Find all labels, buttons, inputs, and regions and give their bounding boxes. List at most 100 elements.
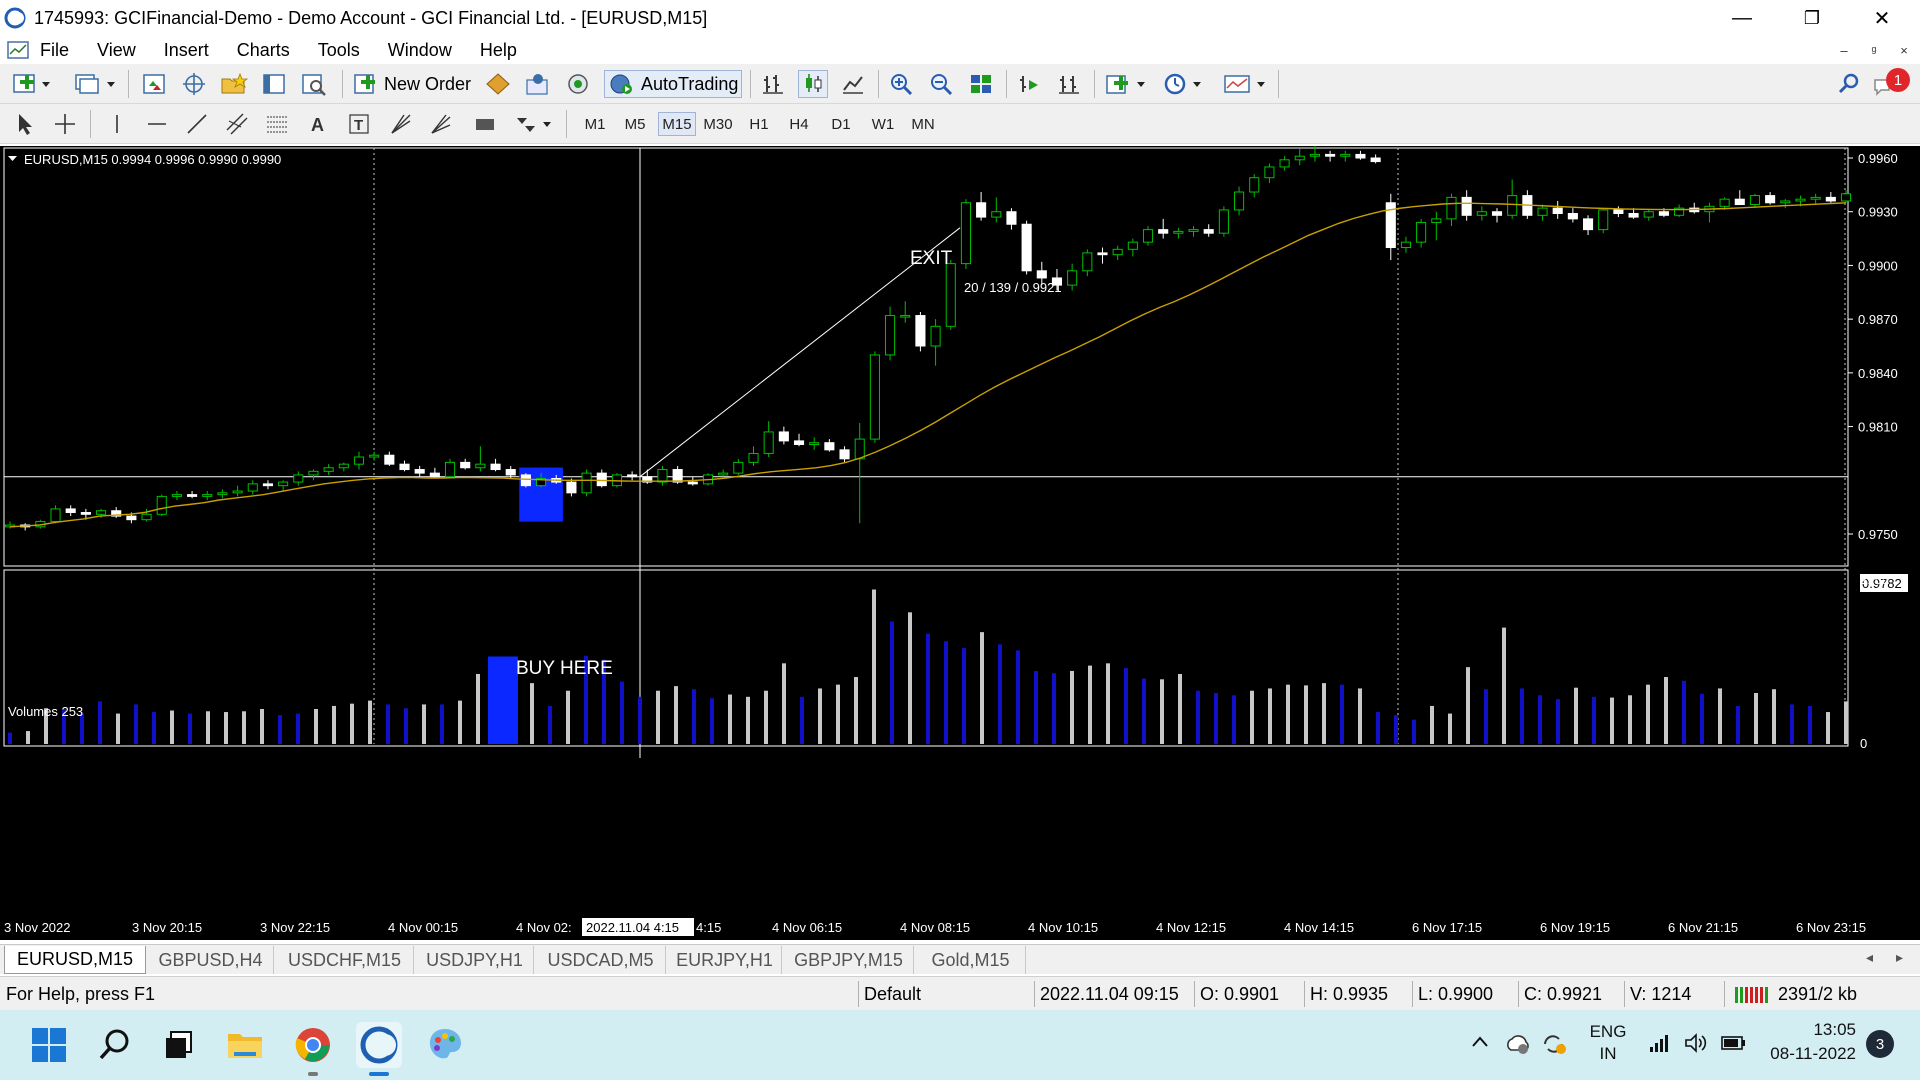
language-indicator[interactable]: ENG IN [1586,1022,1630,1064]
metatrader-taskbar-button[interactable] [356,1022,402,1076]
chart-window[interactable]: EURUSD,M15 0.9994 0.9996 0.9990 0.9990 V… [0,146,1920,940]
equidistant-channel-button[interactable] [220,110,254,138]
network-icon[interactable] [1648,1032,1672,1059]
new-order-button[interactable]: New Order [352,70,482,98]
volume-bar [188,713,192,744]
volume-bar [26,731,30,744]
menu-insert[interactable]: Insert [164,40,209,61]
line-chart-button[interactable] [838,70,868,98]
battery-icon[interactable] [1720,1032,1748,1059]
tab-gold-m15[interactable]: Gold,M15 [916,946,1026,974]
search-button[interactable] [1834,70,1864,98]
volume-bar [926,633,930,744]
terminal-button[interactable] [258,70,290,98]
tab-gbpjpy-m15[interactable]: GBPJPY,M15 [784,946,914,974]
fibonacci-fan-button[interactable] [424,110,458,138]
search-taskbar-button[interactable] [92,1022,138,1068]
onedrive-icon[interactable] [1504,1032,1532,1061]
menu-view[interactable]: View [97,40,136,61]
bar-chart-button[interactable] [758,70,788,98]
tabs-scroll-right-button[interactable]: ▸ [1896,949,1903,966]
text-tool-button[interactable]: A [300,110,334,138]
tab-usdjpy-h1[interactable]: USDJPY,H1 [416,946,534,974]
timeframe-m1[interactable]: M1 [576,112,614,136]
menu-window[interactable]: Window [388,40,452,61]
candle-body [900,315,911,318]
gann-fan-button[interactable] [384,110,418,138]
chrome-button[interactable] [290,1022,336,1076]
zoom-in-button[interactable] [886,70,916,98]
text-label-icon: T [349,114,369,134]
tab-usdchf-m15[interactable]: USDCHF,M15 [276,946,414,974]
timeframe-m15[interactable]: M15 [658,112,696,136]
trendline-button[interactable] [180,110,214,138]
cursor-tool-button[interactable] [8,110,42,138]
tab-gbpusd-h4[interactable]: GBPUSD,H4 [148,946,274,974]
timeframe-w1[interactable]: W1 [864,112,902,136]
menu-file[interactable]: File [40,40,69,61]
timeframe-h4[interactable]: H4 [780,112,818,136]
chart-collapse-triangle-icon[interactable] [8,156,17,161]
mdi-close-button[interactable]: × [1892,40,1916,60]
market-watch-button[interactable] [138,70,170,98]
candle-body [1446,196,1457,220]
candlestick-chart-button[interactable] [798,70,828,98]
notification-center-badge[interactable]: 3 [1866,1030,1894,1058]
metaeditor-button[interactable] [482,70,514,98]
strategy-tester-button[interactable] [298,70,330,98]
menu-tools[interactable]: Tools [318,40,360,61]
window-title: 1745993: GCIFinancial-Demo - Demo Accoun… [34,7,708,28]
chart-window-icon[interactable] [6,39,30,61]
notifications-button[interactable]: 1 [1870,68,1916,98]
vertical-line-button[interactable] [100,110,134,138]
minimize-button[interactable]: — [1712,0,1772,36]
auto-scroll-button[interactable] [1014,70,1044,98]
indicators-button[interactable] [1102,70,1150,98]
zoom-out-button[interactable] [926,70,956,98]
mdi-minimize-button[interactable]: – [1832,40,1856,60]
tray-chevron-up-icon[interactable] [1470,1032,1490,1057]
menu-help[interactable]: Help [480,40,517,61]
crosshair-tool-button[interactable] [48,110,82,138]
chart-canvas[interactable]: EURUSD,M15 0.9994 0.9996 0.9990 0.9990 V… [0,146,1920,940]
menu-charts[interactable]: Charts [237,40,290,61]
autotrading-button[interactable]: AutoTrading [604,70,742,98]
tab-eurusd-m15[interactable]: EURUSD,M15 [4,946,146,974]
close-button[interactable]: ✕ [1852,0,1912,36]
templates-button[interactable] [1220,70,1270,98]
rectangle-tool-button[interactable] [468,110,502,138]
tile-windows-button[interactable] [966,70,996,98]
timeframe-mn[interactable]: MN [904,112,942,136]
text-label-button[interactable]: T [342,110,376,138]
timeframe-h1[interactable]: H1 [740,112,778,136]
tabs-scroll-left-button[interactable]: ◂ [1866,949,1873,966]
tab-eurjpy-h1[interactable]: EURJPY,H1 [668,946,782,974]
volume-icon[interactable] [1684,1032,1710,1059]
mdi-restore-button[interactable]: ᵍ [1862,40,1886,60]
file-explorer-button[interactable] [222,1022,268,1068]
restore-button[interactable]: ❐ [1782,0,1842,36]
timeframe-m5[interactable]: M5 [616,112,654,136]
periods-button[interactable] [1160,70,1208,98]
arrows-dropdown-button[interactable] [510,110,558,138]
data-window-button[interactable] [178,70,210,98]
timeframe-d1[interactable]: D1 [822,112,860,136]
signals-button[interactable] [522,70,554,98]
chart-shift-button[interactable] [1054,70,1084,98]
connection-bars-icon[interactable] [1734,983,1772,1005]
clock[interactable]: 13:05 08-11-2022 [1766,1020,1856,1064]
start-button[interactable] [26,1022,72,1068]
profiles-button[interactable] [70,70,120,98]
paint-button[interactable] [422,1022,468,1068]
candle-body [444,461,456,478]
horizontal-line-button[interactable] [140,110,174,138]
tab-usdcad-m5[interactable]: USDCAD,M5 [536,946,666,974]
task-view-button[interactable] [156,1022,202,1068]
new-chart-button[interactable] [8,70,56,98]
sync-icon[interactable] [1540,1032,1568,1061]
market-button[interactable] [562,70,594,98]
volume-bar [746,696,750,744]
navigator-button[interactable] [218,70,250,98]
timeframe-m30[interactable]: M30 [698,112,738,136]
fibonacci-retracement-button[interactable] [260,110,294,138]
